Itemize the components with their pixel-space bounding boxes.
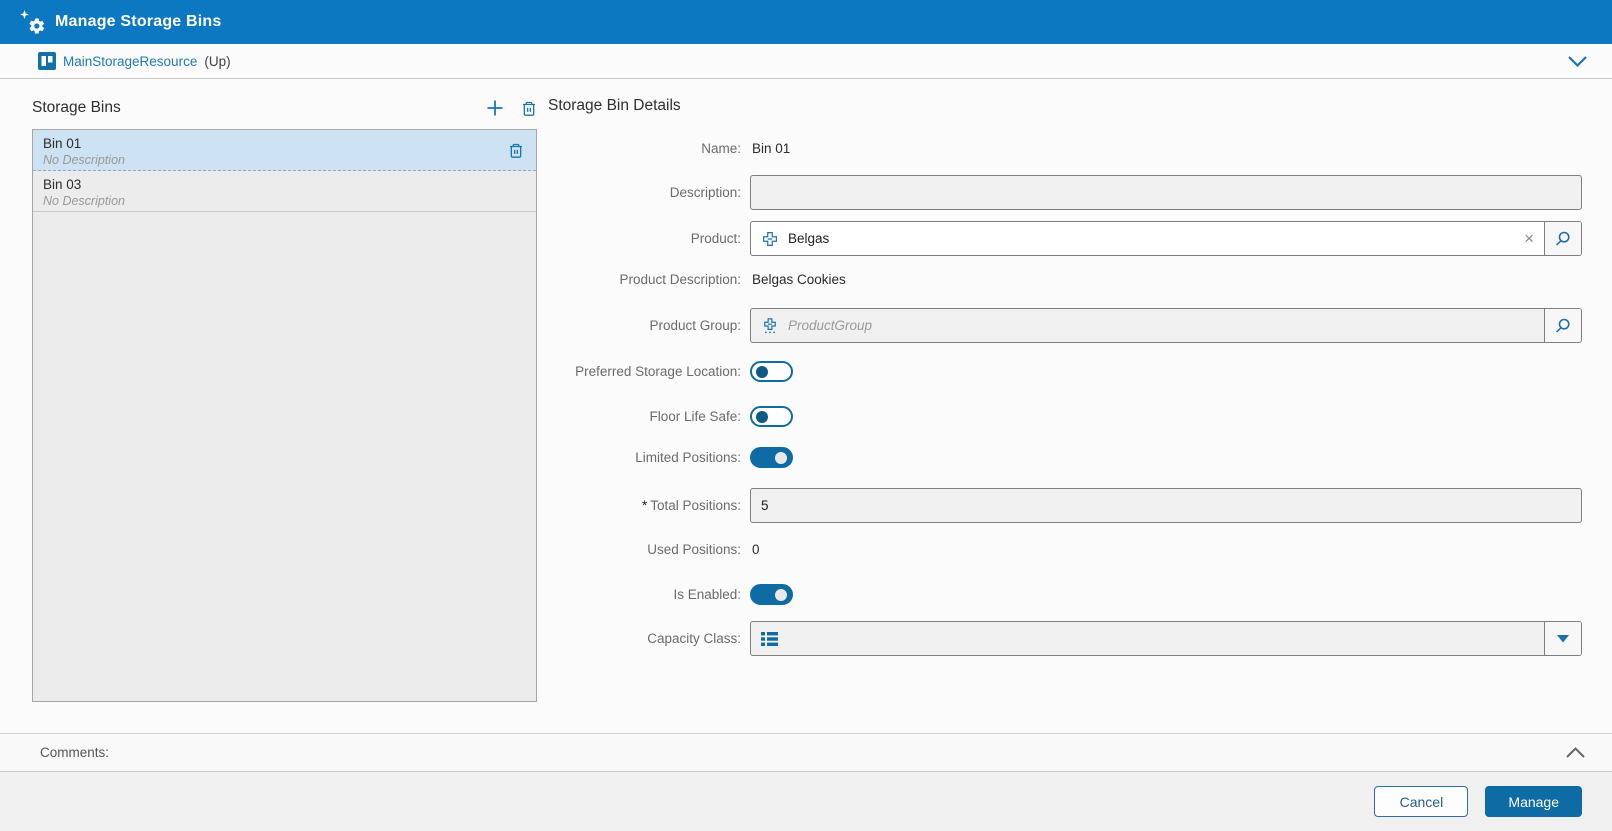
product-icon <box>761 230 779 248</box>
preferred-storage-location-label: Preferred Storage Location: <box>575 364 741 379</box>
clear-product-icon[interactable]: × <box>1524 230 1534 247</box>
limited-positions-toggle[interactable] <box>750 447 793 468</box>
cancel-button[interactable]: Cancel <box>1374 786 1469 817</box>
total-positions-label: * Total Positions: <box>641 498 741 513</box>
bin-name: Bin 03 <box>43 177 82 192</box>
product-label: Product: <box>690 231 741 246</box>
bin-name: Bin 01 <box>43 136 82 151</box>
product-group-input[interactable] <box>788 309 1544 342</box>
comments-label: Comments: <box>40 745 110 760</box>
capacity-class-dropdown-button[interactable] <box>1544 622 1581 655</box>
bin-list-item[interactable]: Bin 03 No Description <box>33 171 536 212</box>
used-positions-label: Used Positions: <box>647 541 741 557</box>
chevron-down-icon[interactable] <box>1567 55 1588 68</box>
description-input[interactable] <box>750 175 1582 210</box>
capacity-class-label: Capacity Class: <box>647 631 741 646</box>
bin-description: No Description <box>43 153 125 167</box>
storage-bin-details-panel: Storage Bin Details Name: Bin 01 Descrip… <box>548 96 1582 656</box>
name-value: Bin 01 <box>752 140 791 156</box>
capacity-class-dropdown[interactable] <box>750 621 1582 656</box>
total-positions-input[interactable] <box>750 488 1582 523</box>
product-group-icon <box>761 317 779 335</box>
dialog-titlebar: Manage Storage Bins <box>0 0 1612 44</box>
resource-direction: (Up) <box>204 53 231 69</box>
delete-bins-button[interactable] <box>521 100 537 117</box>
manage-button[interactable]: Manage <box>1485 786 1582 817</box>
bin-description: No Description <box>43 194 125 208</box>
limited-positions-label: Limited Positions: <box>635 450 741 465</box>
product-value: Belgas <box>788 231 830 246</box>
capacity-class-list-icon <box>761 631 778 647</box>
bins-list: Bin 01 No Description Bin 03 No Descript… <box>32 129 537 702</box>
required-marker: * <box>641 498 648 513</box>
delete-bin-row-button[interactable] <box>508 142 524 159</box>
is-enabled-label: Is Enabled: <box>673 587 741 602</box>
product-description-value: Belgas Cookies <box>752 271 846 287</box>
add-bin-button[interactable] <box>485 98 505 118</box>
resource-bar: MainStorageResource (Up) <box>0 44 1612 79</box>
used-positions-value: 0 <box>752 541 760 557</box>
product-combo[interactable]: Belgas × <box>750 221 1582 256</box>
product-description-label: Product Description: <box>619 271 741 287</box>
dialog-footer: Cancel Manage <box>0 772 1612 831</box>
details-title: Storage Bin Details <box>548 97 681 114</box>
product-search-button[interactable] <box>1544 222 1581 255</box>
storage-bins-panel: Storage Bins Bin 01 No Description Bin 0… <box>32 96 537 702</box>
product-group-search-button[interactable] <box>1544 309 1581 342</box>
storage-resource-icon <box>38 52 56 70</box>
resource-link[interactable]: MainStorageResource <box>63 54 197 69</box>
manage-gear-icon <box>20 9 46 35</box>
product-group-label: Product Group: <box>649 318 741 333</box>
preferred-storage-location-toggle[interactable] <box>750 361 793 382</box>
floor-life-safe-label: Floor Life Safe: <box>649 409 741 424</box>
bin-list-item-selected[interactable]: Bin 01 No Description <box>33 130 536 171</box>
name-label: Name: <box>701 140 741 156</box>
is-enabled-toggle[interactable] <box>750 584 793 605</box>
dialog-title: Manage Storage Bins <box>55 13 222 30</box>
chevron-up-icon[interactable] <box>1565 746 1586 759</box>
description-label: Description: <box>669 185 741 200</box>
product-group-combo[interactable] <box>750 308 1582 343</box>
floor-life-safe-toggle[interactable] <box>750 406 793 427</box>
comments-bar: Comments: <box>0 733 1612 772</box>
bins-panel-title: Storage Bins <box>32 99 121 116</box>
